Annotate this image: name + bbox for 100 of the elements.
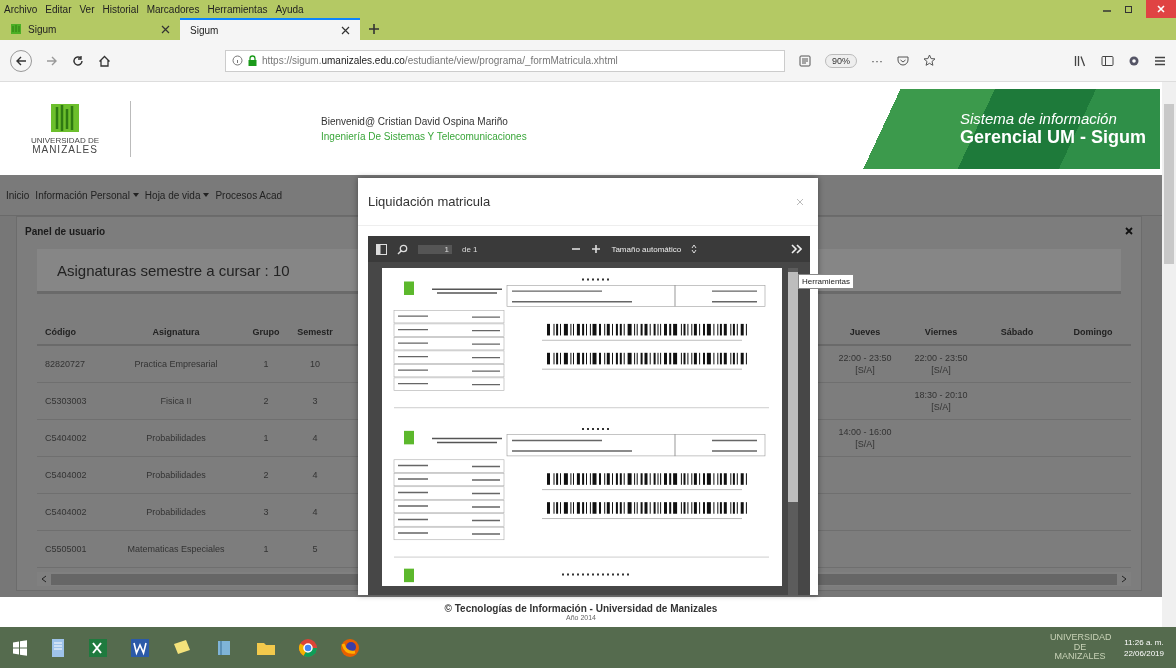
nav-menu-item[interactable]: Inicio (6, 189, 30, 201)
sidebar-icon[interactable] (1101, 54, 1114, 67)
browser-tab[interactable]: Sigum (0, 18, 180, 40)
system-banner: Sistema de información Gerencial UM - Sigum (860, 88, 1160, 169)
vertical-scrollbar[interactable] (1162, 82, 1176, 627)
page-number-field[interactable]: 1 (418, 244, 452, 254)
table-cell-text: C5303003 (44, 396, 88, 406)
close-icon[interactable] (341, 25, 350, 35)
nav-menu-item[interactable]: Información Personal (35, 189, 130, 201)
table-cell-text: 1 (262, 544, 270, 554)
copyright-text: © Tecnologías de Información - Universidad de Manizales (444, 603, 718, 614)
menu-item[interactable]: Archivo (4, 3, 38, 15)
document-app-icon[interactable] (50, 637, 66, 658)
browser-tab[interactable]: Sigum (180, 18, 360, 40)
column-header: Viernes (923, 327, 959, 337)
table-cell-text: 2 (262, 470, 270, 480)
table-cell-text: 10 (309, 359, 321, 369)
column-header: Jueves (848, 327, 882, 337)
dropdown-arrows-icon (691, 244, 698, 254)
more-actions[interactable]: ··· (871, 53, 883, 68)
table-cell-text: Probabilidades (145, 470, 207, 480)
column-header: Grupo (251, 327, 281, 337)
document-scrollbar[interactable] (788, 268, 798, 595)
table-cell-text: Probabilidades (145, 507, 207, 517)
home-icon[interactable] (98, 54, 111, 67)
menu-item[interactable]: Ver (79, 3, 95, 15)
close-icon (1156, 4, 1166, 14)
reload-icon[interactable] (72, 54, 84, 67)
zoom-in-icon[interactable] (591, 244, 602, 254)
extension-icon[interactable] (1128, 54, 1140, 67)
chrome-icon[interactable] (298, 637, 318, 658)
forward-icon[interactable] (46, 54, 58, 67)
modal-title: Liquidación matricula (368, 194, 491, 209)
clock[interactable]: 11:26 a. m. 22/06/2019 (1123, 637, 1164, 658)
table-cell-text: C5404002 (44, 433, 88, 443)
page-count: de 1 (462, 244, 478, 254)
restore-icon[interactable] (1124, 4, 1134, 14)
column-header: Asignatura (151, 327, 201, 337)
schedule-room: [S/A] (931, 402, 951, 412)
menu-icon[interactable] (1154, 54, 1166, 67)
menu-item[interactable]: Historial (102, 3, 139, 15)
table-cell-text: 3 (262, 507, 270, 517)
reader-view-icon[interactable] (799, 54, 811, 67)
menu-item[interactable]: Editar (45, 3, 72, 15)
schedule-time: 14:00 - 16:00 (838, 427, 892, 437)
table-cell-text: Matematicas Especiales (126, 544, 226, 554)
table-cell-text: 1 (262, 359, 270, 369)
menu-item[interactable]: Marcadores (146, 3, 200, 15)
menu-item[interactable]: Ayuda (275, 3, 304, 15)
table-cell-text: 4 (311, 507, 319, 517)
url-text: https://sigum.umanizales.edu.co/estudiante/view/programa/_formMatricula.xhtml (262, 55, 618, 66)
column-header: Sábado (999, 327, 1035, 337)
schedule-room: [S/A] (931, 365, 951, 375)
schedule-time: 22:00 - 23:50 (914, 353, 968, 363)
info-icon (232, 55, 243, 66)
table-cell-text: 4 (311, 433, 319, 443)
table-cell-text: 82820727 (44, 359, 87, 369)
nav-menu-item[interactable]: Hoja de vida (144, 189, 201, 201)
sidebar-toggle-icon[interactable] (376, 243, 387, 255)
search-icon[interactable] (397, 243, 408, 255)
table-cell-text: Practica Empresarial (133, 359, 219, 369)
library-icon[interactable] (1074, 54, 1087, 67)
scale-dropdown[interactable]: Tamaño automático (611, 244, 682, 254)
university-name: UNIVERSIDAD DE MANIZALES (31, 136, 99, 155)
schedule-time: 18:30 - 20:10 (914, 390, 968, 400)
menu-item[interactable]: Herramientas (207, 3, 268, 15)
star-icon[interactable] (923, 54, 936, 67)
column-header: Código (44, 327, 77, 337)
table-cell-text: 3 (311, 396, 319, 406)
shield-icon[interactable] (897, 54, 909, 67)
address-bar[interactable]: https://sigum.umanizales.edu.co/estudiante/view/programa/_formMatricula.xhtml (225, 49, 785, 72)
back-icon (15, 54, 27, 67)
tooltip: Herramientas (798, 274, 854, 289)
welcome-text: Bienvenid@ Cristian David Ospina Mariño (321, 115, 509, 127)
close-button[interactable] (1146, 0, 1176, 18)
wallpaper-brand-text: UNIVERSIDAD DE MANIZALES (1049, 632, 1110, 663)
word-app-icon[interactable] (130, 637, 150, 658)
double-chevron-icon[interactable] (791, 244, 802, 254)
table-cell-text: Probabilidades (145, 433, 207, 443)
schedule-room: [S/A] (855, 365, 875, 375)
firefox-icon[interactable] (340, 637, 360, 658)
windows-start-icon[interactable] (12, 639, 28, 656)
table-cell-text: C5505001 (44, 544, 88, 554)
nav-menu-item[interactable]: Procesos Acad (215, 189, 283, 201)
zoom-level[interactable]: 90% (825, 53, 857, 68)
schedule-room: [S/A] (855, 439, 875, 449)
table-cell-text: C5404002 (44, 470, 88, 480)
caret-icon[interactable] (203, 193, 210, 197)
panel-title: Panel de usuario (25, 225, 106, 237)
lock-icon (248, 55, 257, 66)
new-tab-icon[interactable] (368, 23, 380, 35)
table-cell-text: 2 (262, 396, 270, 406)
caret-icon[interactable] (132, 193, 139, 197)
close-icon[interactable] (161, 24, 170, 34)
schedule-time: 22:00 - 23:50 (838, 353, 892, 363)
favicon-icon (10, 23, 22, 35)
table-cell-text: 1 (262, 433, 270, 443)
close-icon[interactable] (1125, 227, 1133, 235)
spreadsheet-app-icon[interactable] (88, 637, 108, 658)
table-cell-text: C5404002 (44, 507, 88, 517)
